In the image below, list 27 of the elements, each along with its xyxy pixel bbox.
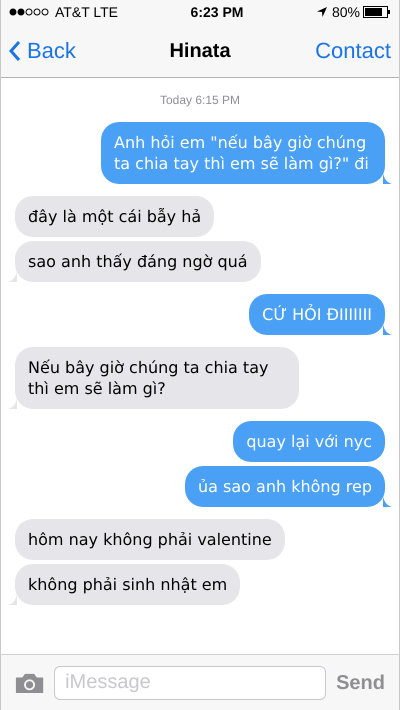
contact-button[interactable]: Contact xyxy=(315,34,391,67)
received-message-bubble: đây là một cái bẫy hả xyxy=(15,196,214,237)
send-button[interactable]: Send xyxy=(336,668,385,698)
sent-message-bubble: CỨ HỎI ĐIIIIIII xyxy=(249,294,385,335)
battery-percentage: 80% xyxy=(332,2,360,22)
bubble-tail xyxy=(8,398,17,409)
carrier-label: AT&T LTE xyxy=(55,2,118,22)
received-message-bubble: Nếu bây giờ chúng ta chia tay thì em sẽ làm gì? xyxy=(15,347,299,409)
chevron-left-icon xyxy=(9,40,21,62)
sent-message-bubble: quay lại với nyc xyxy=(233,421,385,462)
contact-name: Hinata xyxy=(169,38,231,64)
bubble-tail xyxy=(383,173,392,184)
sent-message-bubble: Anh hỏi em "nếu bây giờ chúng ta chia tay thì em sẽ làm gì?" đi xyxy=(101,122,385,184)
bubble-tail xyxy=(8,271,17,282)
back-button[interactable]: Back xyxy=(9,34,76,67)
bubble-tail xyxy=(8,594,17,605)
timestamp: Today 6:15 PM xyxy=(160,93,240,107)
bubble-tail xyxy=(383,496,392,507)
received-message-bubble: không phải sinh nhật em xyxy=(15,564,240,605)
sent-message-bubble: ủa sao anh không rep xyxy=(184,466,385,507)
received-message-bubble: hôm nay không phải valentine xyxy=(15,519,285,560)
battery-icon xyxy=(363,6,391,18)
message-field[interactable]: iMessage xyxy=(54,666,326,700)
received-message-bubble: sao anh thấy đáng ngờ quá xyxy=(15,241,261,282)
bubble-tail xyxy=(383,324,392,335)
location-arrow-icon xyxy=(316,6,328,18)
clock: 6:23 PM xyxy=(190,2,244,22)
